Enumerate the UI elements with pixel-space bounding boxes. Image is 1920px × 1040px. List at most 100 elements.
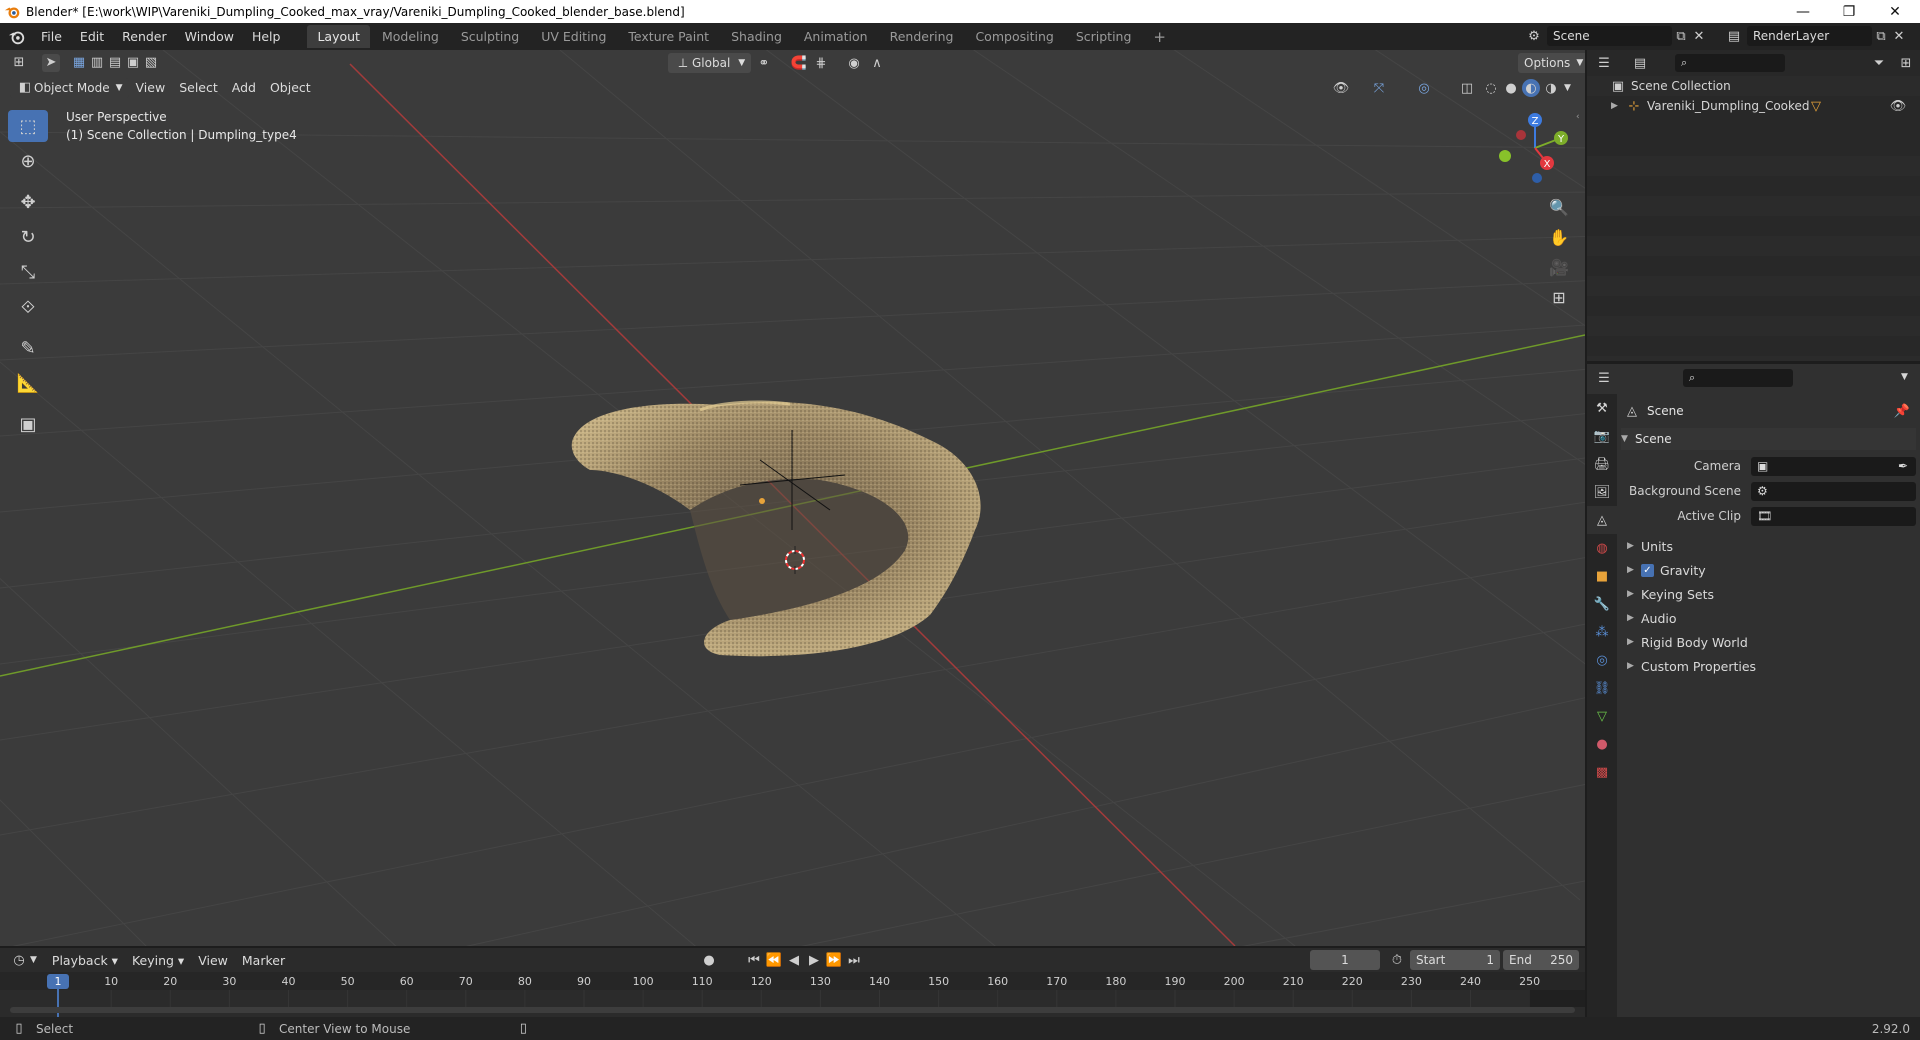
mode-dropdown[interactable]: ◧ Object Mode ▼	[10, 77, 129, 98]
menu-edit[interactable]: Edit	[71, 29, 113, 44]
eyedropper-icon[interactable]: ✒	[1898, 459, 1908, 473]
tab-shading[interactable]: Shading	[721, 25, 792, 48]
timeline-menu-keying[interactable]: Keying ▾	[125, 953, 191, 968]
tab-scene[interactable]: ◬	[1587, 506, 1617, 534]
visibility-eye-icon[interactable]: 👁	[1889, 97, 1907, 115]
renderlayer-selector[interactable]: ▤ RenderLayer ⧉ ✕	[1725, 26, 1908, 46]
scene-selector[interactable]: ⚙ Scene ⧉ ✕	[1525, 26, 1708, 46]
jump-end-icon[interactable]: ⏭	[845, 951, 863, 969]
tab-modeling[interactable]: Modeling	[372, 25, 449, 48]
xray-toggle-icon[interactable]: ◫	[1458, 79, 1476, 97]
select-tool-icon[interactable]: ➤	[42, 53, 60, 72]
tab-texture-paint[interactable]: Texture Paint	[618, 25, 719, 48]
viewport-menu-view[interactable]: View	[129, 80, 173, 95]
rendered-shading-icon[interactable]: ◑	[1542, 79, 1560, 97]
copy-scene-icon[interactable]: ⧉	[1672, 27, 1690, 45]
tab-animation[interactable]: Animation	[794, 25, 878, 48]
scene-name-field[interactable]: Scene	[1547, 26, 1672, 46]
select-box-mode-invert-icon[interactable]: ▣	[124, 54, 142, 72]
tab-view-layer[interactable]: 🖼	[1587, 478, 1617, 506]
restore-button[interactable]: ❐	[1826, 0, 1872, 23]
prev-keyframe-icon[interactable]: ⏪	[765, 951, 783, 969]
close-button[interactable]: ✕	[1872, 0, 1918, 23]
proportional-falloff-icon[interactable]: ∧	[868, 54, 886, 72]
jump-start-icon[interactable]: ⏮	[745, 951, 763, 969]
renderlayer-name-field[interactable]: RenderLayer	[1747, 26, 1872, 46]
play-reverse-icon[interactable]: ◀	[785, 951, 803, 969]
add-workspace-button[interactable]: +	[1143, 24, 1176, 50]
background-scene-field[interactable]: ⚙	[1751, 481, 1916, 501]
tab-output[interactable]: 🖨	[1587, 450, 1617, 478]
move-tool[interactable]: ✥	[8, 186, 48, 218]
tab-object[interactable]: ■	[1587, 562, 1617, 590]
dumpling-mesh[interactable]	[571, 400, 981, 657]
minimize-button[interactable]: —	[1780, 0, 1826, 23]
tab-compositing[interactable]: Compositing	[965, 25, 1063, 48]
properties-editor-type-icon[interactable]: ☰	[1595, 369, 1613, 387]
add-cube-tool[interactable]: ▣	[8, 408, 48, 440]
tab-physics[interactable]: ◎	[1587, 646, 1617, 674]
gizmo-neg-z-axis[interactable]	[1532, 173, 1542, 183]
menu-file[interactable]: File	[32, 29, 71, 44]
filter-icon[interactable]: ⏷	[1870, 54, 1888, 72]
select-box-mode-extend-icon[interactable]: ▥	[88, 54, 106, 72]
select-box-mode-subtract-icon[interactable]: ▤	[106, 54, 124, 72]
current-frame-field[interactable]: 1	[1310, 950, 1380, 970]
viewport-menu-object[interactable]: Object	[263, 80, 318, 95]
remove-scene-icon[interactable]: ✕	[1690, 27, 1708, 45]
select-box-mode-new-icon[interactable]: ▦	[70, 54, 88, 72]
outliner-search-input[interactable]: ⌕	[1675, 54, 1785, 72]
clock-editor-icon[interactable]: ◷	[10, 951, 28, 969]
overlays-toggle-icon[interactable]: ◎	[1415, 79, 1433, 97]
tab-material[interactable]: ●	[1587, 730, 1617, 758]
chevron-down-icon[interactable]: ▼	[30, 955, 37, 965]
properties-search-input[interactable]: ⌕	[1683, 369, 1793, 387]
scale-tool[interactable]: ⤡	[8, 256, 48, 288]
menu-window[interactable]: Window	[176, 29, 243, 44]
remove-renderlayer-icon[interactable]: ✕	[1890, 27, 1908, 45]
tab-scripting[interactable]: Scripting	[1066, 25, 1142, 48]
rigid-body-world-subpanel[interactable]: ▶ Rigid Body World	[1627, 631, 1748, 653]
measure-tool[interactable]: 📐	[8, 367, 48, 399]
camera-view-icon[interactable]: 🎥	[1549, 252, 1569, 282]
3d-viewport[interactable]: ⊞ ➤ ▦ ▥ ▤ ▣ ▧ ⟂ Global ▼ ⚭ 🧲 ⋕ ◉ ∧ Optio…	[0, 50, 1585, 946]
keying-sets-subpanel[interactable]: ▶ Keying Sets	[1627, 583, 1714, 605]
outliner-item[interactable]: ▶ ⊹ Vareniki_Dumpling_Cooked ▽ 👁	[1587, 96, 1920, 116]
tab-layout[interactable]: Layout	[307, 25, 370, 48]
active-clip-field[interactable]: 🎞	[1751, 506, 1916, 526]
tab-rendering[interactable]: Rendering	[880, 25, 964, 48]
gravity-subpanel[interactable]: ▶ ✓ Gravity	[1627, 559, 1706, 581]
end-frame-field[interactable]: End 250	[1503, 950, 1579, 970]
tab-world[interactable]: ◍	[1587, 534, 1617, 562]
select-box-tool[interactable]: ⬚	[8, 110, 48, 142]
tab-particles[interactable]: ⁂	[1587, 618, 1617, 646]
gizmo-toggle-icon[interactable]: ⤧	[1370, 79, 1388, 97]
tab-modifiers[interactable]: 🔧	[1587, 590, 1617, 618]
tab-constraints[interactable]: ⛓	[1587, 674, 1617, 702]
viewport-menu-add[interactable]: Add	[225, 80, 263, 95]
record-keyframe-icon[interactable]: ●	[700, 951, 718, 969]
object-data-icon[interactable]: ▽	[1807, 97, 1825, 115]
audio-subpanel[interactable]: ▶ Audio	[1627, 607, 1677, 629]
wireframe-shading-icon[interactable]: ◌	[1482, 79, 1500, 97]
tab-render[interactable]: 📷	[1587, 422, 1617, 450]
next-keyframe-icon[interactable]: ⏩	[825, 951, 843, 969]
pan-hand-icon[interactable]: ✋	[1549, 222, 1569, 252]
options-dropdown[interactable]: Options ▼	[1518, 53, 1585, 73]
sidebar-toggle-chevron-icon[interactable]: ‹	[1576, 112, 1580, 122]
display-mode-icon[interactable]: ▤	[1631, 54, 1649, 72]
viewport-menu-select[interactable]: Select	[172, 80, 225, 95]
expand-triangle-icon[interactable]: ▶	[1611, 101, 1625, 111]
visibility-eye-icon[interactable]: 👁	[1332, 79, 1350, 97]
menu-help[interactable]: Help	[243, 29, 290, 44]
blender-menu-icon[interactable]	[8, 28, 26, 46]
tab-data[interactable]: ▽	[1587, 702, 1617, 730]
timeline-ruler[interactable]: 1 10 20 30 40 50 60 70 80 90 100 110 120 130 140 150 160…	[0, 972, 1585, 1017]
gravity-checkbox[interactable]: ✓	[1641, 563, 1654, 577]
navigation-gizmo[interactable]: Z Y X	[1485, 108, 1575, 188]
annotate-tool[interactable]: ✎	[8, 332, 48, 364]
start-frame-field[interactable]: Start 1	[1410, 950, 1500, 970]
scene-panel-header[interactable]: ▼ Scene	[1621, 428, 1916, 450]
perspective-toggle-icon[interactable]: ⊞	[1550, 282, 1568, 312]
stopwatch-icon[interactable]: ⏱	[1388, 951, 1406, 969]
